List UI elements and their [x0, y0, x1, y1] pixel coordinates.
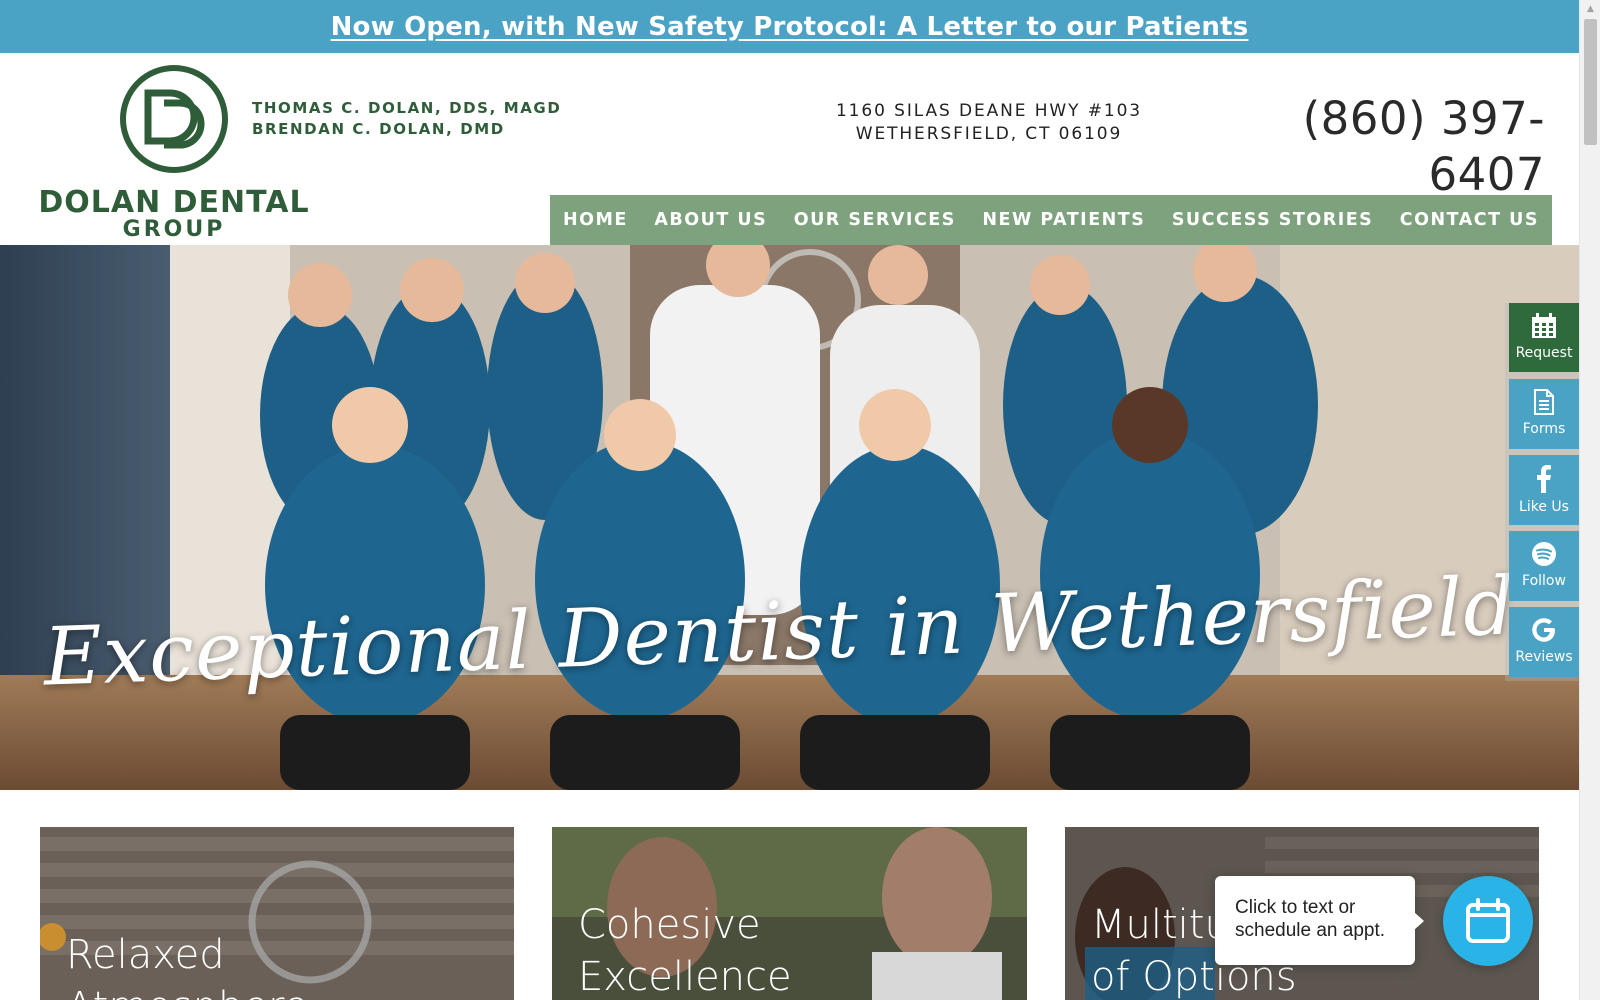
side-action-bar: Request Forms Like Us Follow Reviews: [1505, 303, 1579, 681]
calendar-icon: [1466, 898, 1510, 943]
page-scrollbar[interactable]: ▲: [1579, 0, 1600, 1000]
card-title: Relaxed Atmosphere: [66, 929, 308, 1000]
follow-button[interactable]: Follow: [1509, 531, 1579, 601]
reviews-label: Reviews: [1515, 649, 1573, 665]
nav-item-our-services[interactable]: OUR SERVICES: [794, 210, 956, 230]
forms-button[interactable]: Forms: [1509, 379, 1579, 449]
card-title-line: Cohesive: [578, 902, 761, 948]
doctor-names: THOMAS C. DOLAN, DDS, MAGD BRENDAN C. DO…: [252, 98, 561, 140]
reviews-button[interactable]: Reviews: [1509, 607, 1579, 677]
site-header: DOLAN DENTAL GROUP THOMAS C. DOLAN, DDS,…: [0, 53, 1579, 245]
phone-number[interactable]: (860) 397-6407: [1225, 91, 1545, 203]
facebook-icon: [1537, 465, 1551, 493]
nav-item-about-us[interactable]: ABOUT US: [654, 210, 767, 230]
card-title-line: Atmosphere: [66, 981, 308, 1000]
scrollbar-thumb[interactable]: [1584, 19, 1597, 145]
like-us-button[interactable]: Like Us: [1509, 455, 1579, 525]
card-title-line: Excellence: [578, 954, 792, 1000]
logo-name: DOLAN DENTAL: [38, 185, 310, 220]
doctor-name: THOMAS C. DOLAN, DDS, MAGD: [252, 99, 562, 117]
hero-team-photo: [0, 245, 1579, 790]
chat-prompt-line: schedule an appt.: [1235, 920, 1386, 941]
hero-banner: Exceptional Dentist in Wethersfield: [0, 245, 1579, 790]
request-button[interactable]: Request: [1509, 303, 1579, 372]
chat-prompt-line: Click to text or: [1235, 897, 1356, 918]
google-icon: [1532, 618, 1555, 642]
scroll-up-arrow-icon[interactable]: ▲: [1580, 0, 1600, 18]
feature-card-relaxed[interactable]: Relaxed Atmosphere: [40, 827, 514, 1000]
doctor-name: BRENDAN C. DOLAN, DMD: [252, 120, 505, 138]
main-nav: HOME ABOUT US OUR SERVICES NEW PATIENTS …: [550, 195, 1552, 245]
nav-item-new-patients[interactable]: NEW PATIENTS: [982, 210, 1145, 230]
nav-item-success-stories[interactable]: SUCCESS STORIES: [1172, 210, 1373, 230]
follow-label: Follow: [1522, 573, 1566, 589]
like-us-label: Like Us: [1519, 499, 1569, 515]
forms-label: Forms: [1522, 421, 1566, 437]
card-title-line: Relaxed: [66, 932, 225, 978]
logo[interactable]: DOLAN DENTAL GROUP: [38, 63, 310, 243]
announcement-bar: Now Open, with New Safety Protocol: A Le…: [0, 0, 1579, 53]
address-line: 1160 SILAS DEANE HWY #103: [835, 101, 1143, 121]
logo-mark-icon: [120, 65, 228, 173]
chat-prompt-bubble[interactable]: Click to text or schedule an appt.: [1215, 876, 1424, 965]
calendar-icon: [1532, 313, 1556, 338]
logo-group: GROUP: [122, 217, 226, 242]
nav-item-contact-us[interactable]: CONTACT US: [1400, 210, 1539, 230]
page: Now Open, with New Safety Protocol: A Le…: [0, 0, 1600, 1000]
document-icon: [1534, 389, 1554, 415]
chat-schedule-button[interactable]: [1443, 876, 1533, 966]
nav-item-home[interactable]: HOME: [563, 210, 628, 230]
feature-card-cohesive[interactable]: Cohesive Excellence: [552, 827, 1027, 1000]
spotify-icon: [1532, 542, 1556, 566]
announcement-link[interactable]: Now Open, with New Safety Protocol: A Le…: [331, 12, 1249, 42]
address[interactable]: 1160 SILAS DEANE HWY #103 WETHERSFIELD, …: [818, 100, 1160, 146]
address-line: WETHERSFIELD, CT 06109: [855, 124, 1123, 144]
card-title: Cohesive Excellence: [578, 899, 792, 1000]
request-label: Request: [1515, 345, 1573, 361]
